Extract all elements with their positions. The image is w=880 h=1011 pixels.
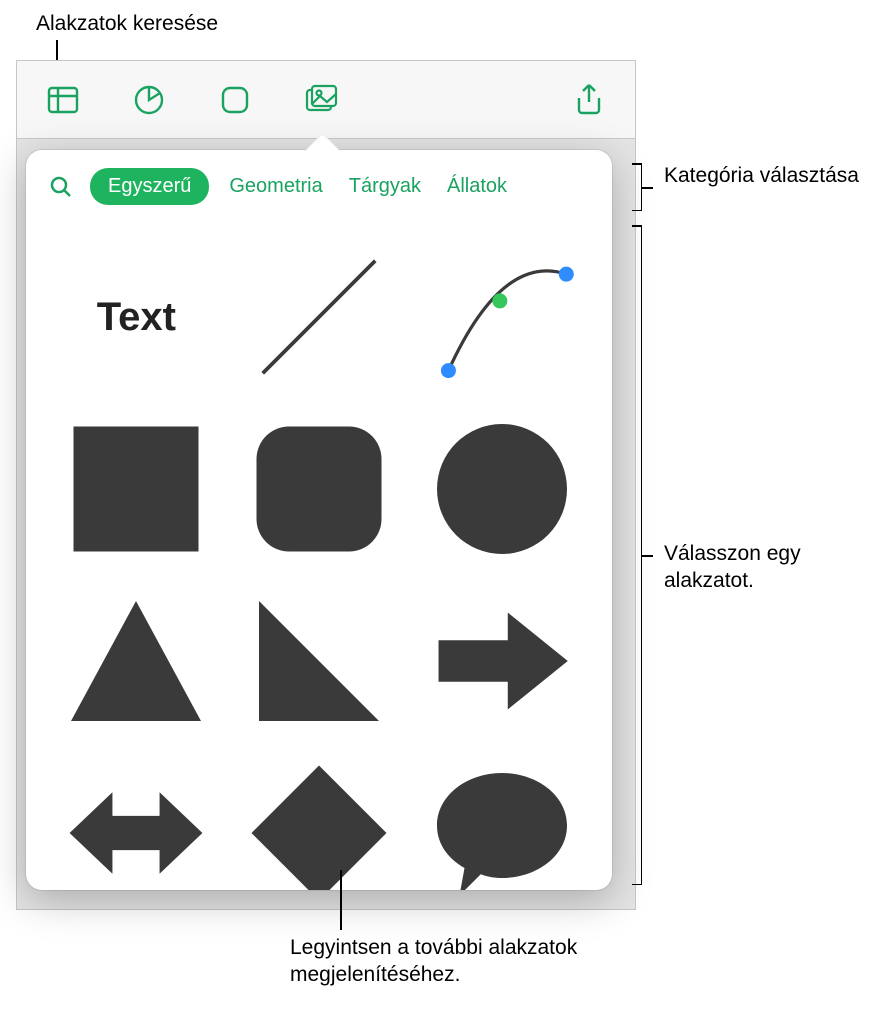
shape-triangle[interactable] <box>61 586 211 736</box>
shape-button[interactable] <box>207 77 263 123</box>
shape-curve[interactable] <box>427 242 577 392</box>
text-shape-label: Text <box>97 295 176 340</box>
category-active[interactable]: Egyszerű <box>90 168 209 205</box>
shape-arrow-right[interactable] <box>427 586 577 736</box>
media-button[interactable] <box>293 77 349 123</box>
category-allatok[interactable]: Állatok <box>441 168 513 205</box>
shapes-popover: Egyszerű Geometria Tárgyak Állatok Text <box>26 150 612 890</box>
callout-category: Kategória választása <box>664 162 864 189</box>
category-row: Egyszerű Geometria Tárgyak Állatok <box>26 150 612 219</box>
shape-diamond[interactable] <box>244 758 394 890</box>
shape-arrow-double[interactable] <box>61 758 211 890</box>
chart-button[interactable] <box>121 77 177 123</box>
share-button[interactable] <box>561 77 617 123</box>
search-icon[interactable] <box>46 172 76 202</box>
category-targyak[interactable]: Tárgyak <box>343 168 427 205</box>
shape-text[interactable]: Text <box>61 242 211 392</box>
shape-speech-bubble[interactable] <box>427 758 577 890</box>
bracket-category <box>632 163 642 211</box>
shape-circle[interactable] <box>427 414 577 564</box>
shape-grid: Text <box>26 219 612 890</box>
shape-rounded-square[interactable] <box>244 414 394 564</box>
table-button[interactable] <box>35 77 91 123</box>
toolbar <box>17 61 635 139</box>
shape-line[interactable] <box>244 242 394 392</box>
callout-swipe: Legyintsen a további alakzatok megjelení… <box>290 934 710 989</box>
callout-line-swipe <box>340 870 342 930</box>
category-geometria[interactable]: Geometria <box>223 168 328 205</box>
shape-square[interactable] <box>61 414 211 564</box>
shape-right-triangle[interactable] <box>244 586 394 736</box>
bracket-choose <box>632 225 642 885</box>
callout-choose: Válasszon egy alakzatot. <box>664 540 874 595</box>
callout-search: Alakzatok keresése <box>36 10 218 37</box>
